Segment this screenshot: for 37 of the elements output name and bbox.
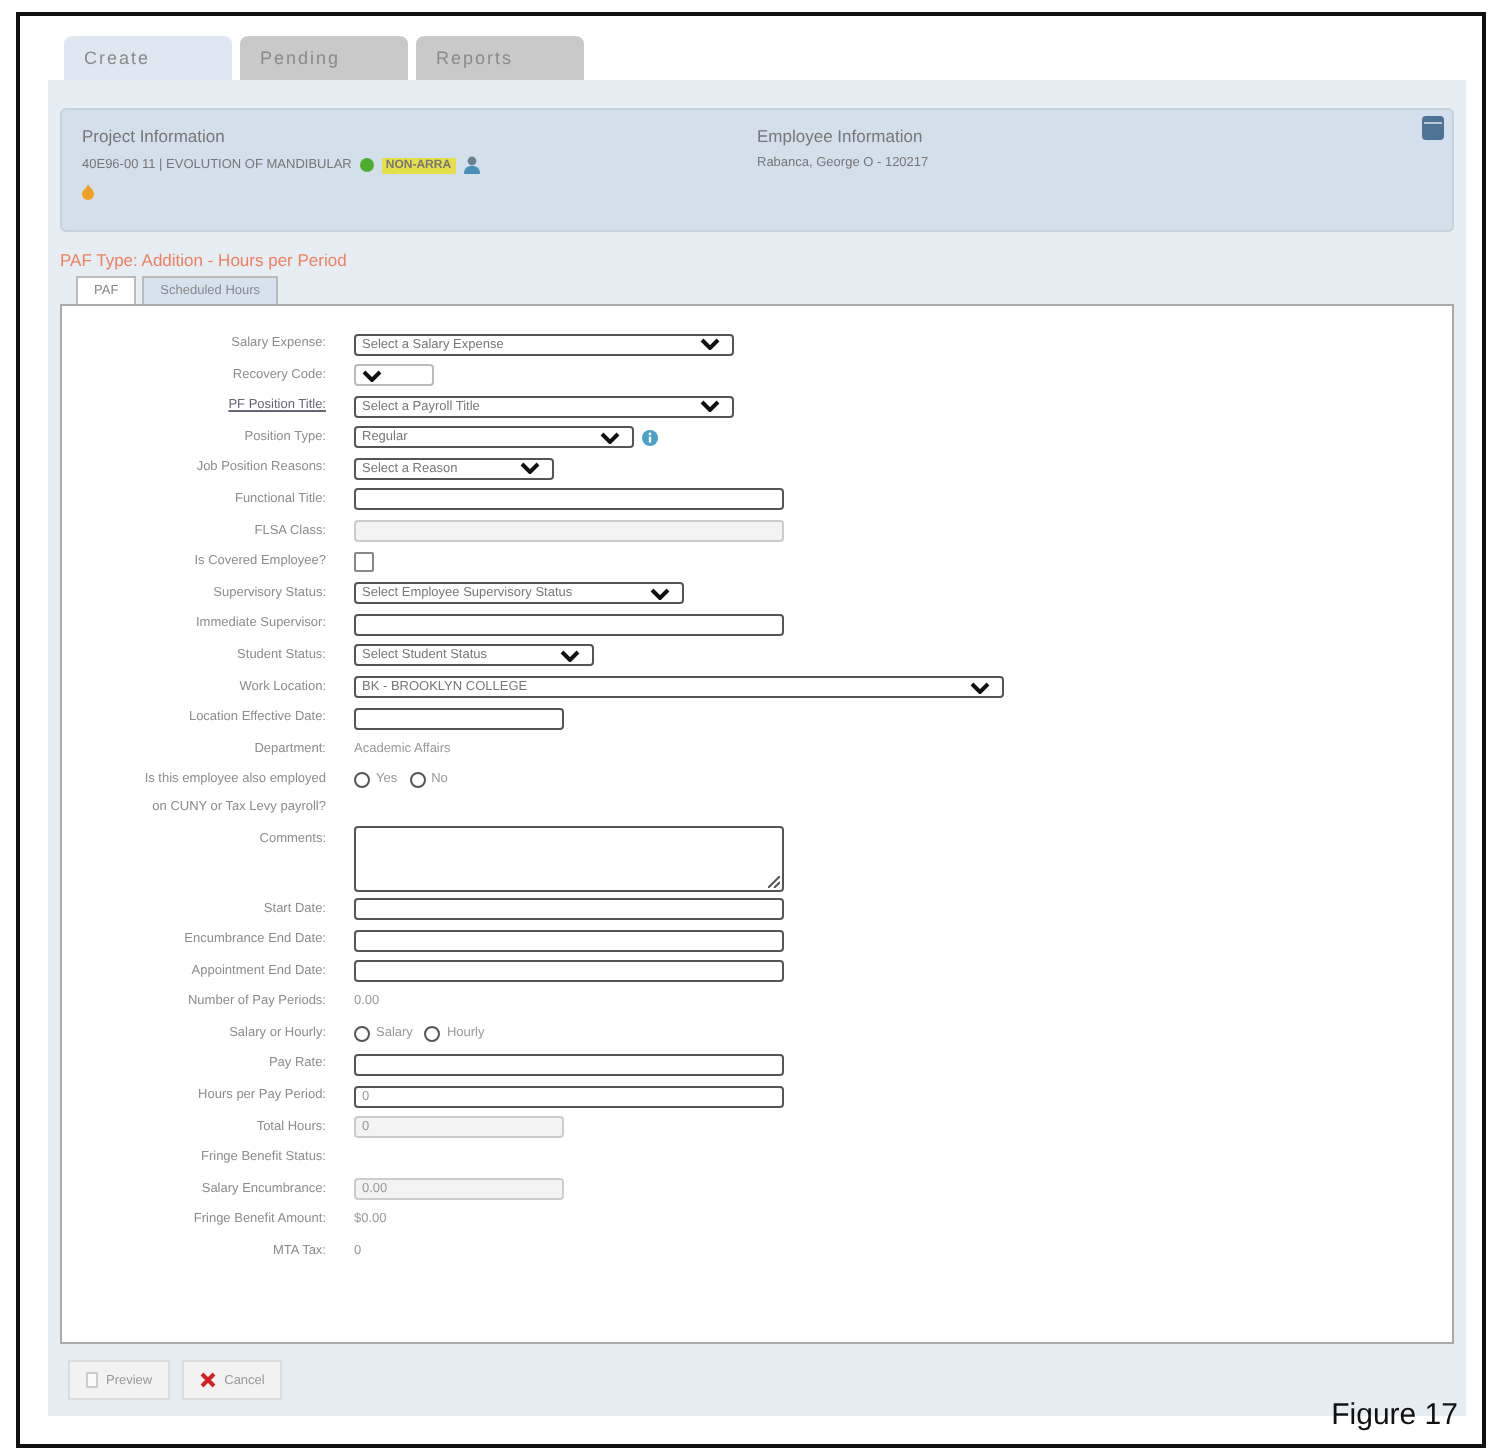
section-heading: Employee Information: [757, 126, 925, 146]
chevron-icon: [560, 649, 580, 662]
resize-grip-icon: [768, 875, 780, 888]
input-field[interactable]: [354, 1053, 784, 1076]
chevron-icon: [520, 462, 540, 475]
flame-icon: [82, 184, 94, 200]
section-heading: Project Information: [82, 126, 227, 146]
info-icon[interactable]: [642, 429, 658, 446]
person-icon[interactable]: [463, 156, 480, 174]
chevron-icon: [600, 431, 620, 444]
input-field[interactable]: [354, 707, 564, 730]
comments-field[interactable]: [354, 825, 784, 892]
chevron-icon: [362, 369, 382, 382]
input-field[interactable]: [354, 488, 784, 511]
tab[interactable]: Pending: [240, 36, 408, 80]
database-icon[interactable]: [1422, 114, 1444, 142]
close-icon: [200, 1372, 217, 1388]
input-field[interactable]: [354, 929, 784, 952]
status-icon: [359, 158, 374, 172]
radio-button[interactable]: [354, 772, 370, 789]
chevron-icon: [700, 400, 720, 413]
select-field[interactable]: [354, 364, 434, 387]
chevron-icon: [700, 338, 720, 350]
paf-type-heading: PAF Type: Addition - Hours per Period: [60, 250, 347, 270]
input-field[interactable]: [354, 960, 784, 983]
page-icon: [86, 1372, 98, 1388]
radio-button[interactable]: [354, 1025, 370, 1042]
checkbox[interactable]: [354, 552, 374, 573]
chevron-icon: [650, 587, 670, 600]
tab[interactable]: Create: [64, 36, 232, 80]
input-field[interactable]: [354, 898, 784, 920]
radio-button[interactable]: [409, 772, 426, 789]
radio-button[interactable]: [424, 1025, 441, 1042]
tab[interactable]: Reports: [416, 36, 584, 80]
input-field[interactable]: [354, 613, 784, 636]
chevron-icon: [970, 681, 990, 694]
figure-caption: Figure 17: [1331, 1398, 1458, 1432]
